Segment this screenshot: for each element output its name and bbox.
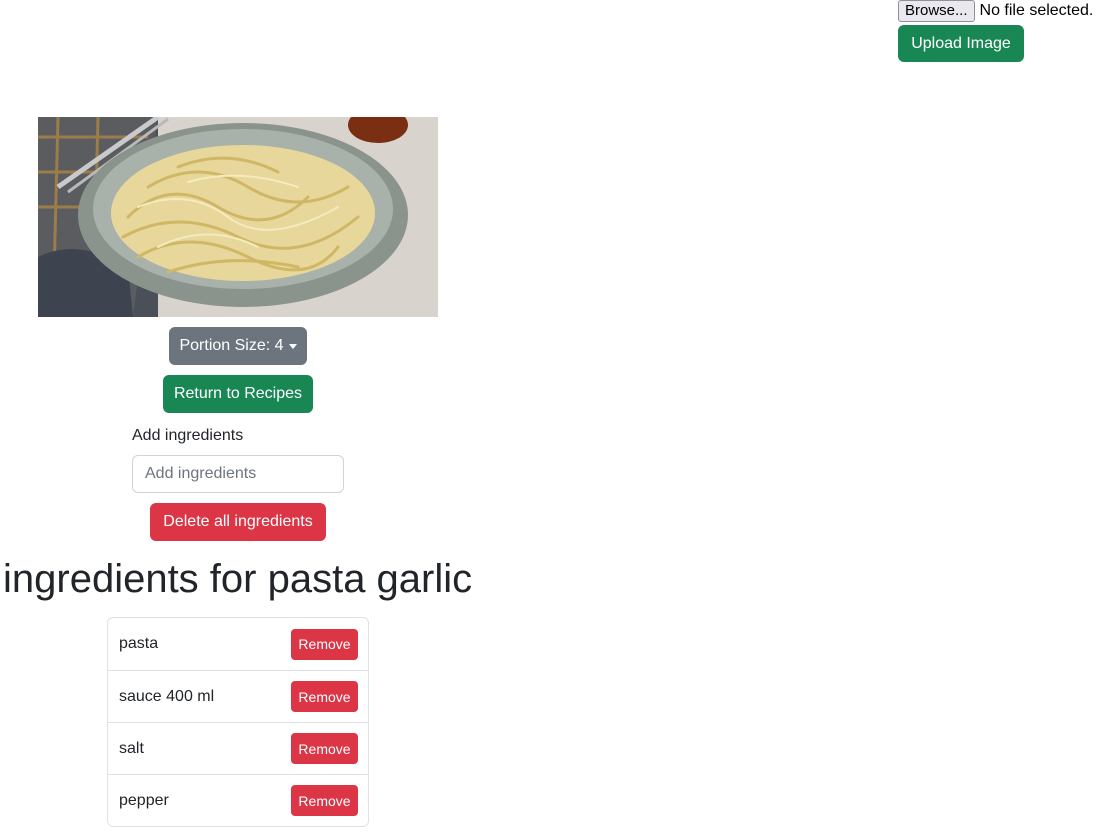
- browse-button[interactable]: Browse...: [898, 0, 975, 22]
- ingredient-name: sauce 400 ml: [119, 687, 215, 705]
- add-ingredients-input[interactable]: [132, 455, 344, 493]
- page-title: ingredients for pasta garlic: [3, 557, 473, 601]
- return-to-recipes-button[interactable]: Return to Recipes: [163, 375, 313, 413]
- ingredient-name: pepper: [119, 791, 169, 809]
- chevron-down-icon: [288, 343, 297, 349]
- remove-button[interactable]: Remove: [291, 785, 358, 816]
- list-item: salt Remove: [108, 722, 368, 774]
- upload-image-button[interactable]: Upload Image: [898, 25, 1024, 62]
- remove-button[interactable]: Remove: [291, 628, 358, 660]
- portion-size-label: Portion Size: 4: [179, 337, 284, 354]
- ingredient-name: pasta: [119, 635, 159, 652]
- list-item: pepper Remove: [108, 774, 368, 826]
- recipe-image: [38, 117, 438, 317]
- remove-button[interactable]: Remove: [291, 733, 358, 764]
- portion-size-dropdown[interactable]: Portion Size: 4: [169, 327, 307, 365]
- list-item: pasta Remove: [108, 618, 368, 670]
- ingredient-list: pasta Remove sauce 400 ml Remove salt Re…: [107, 617, 369, 827]
- recipe-photo-graphic: [38, 117, 438, 317]
- add-ingredients-label: Add ingredients: [132, 427, 244, 444]
- ingredient-name: salt: [119, 739, 144, 757]
- file-status-text: No file selected.: [979, 2, 1094, 19]
- delete-all-ingredients-button[interactable]: Delete all ingredients: [150, 503, 326, 541]
- file-picker: Browse... No file selected.: [898, 0, 1093, 22]
- remove-button[interactable]: Remove: [291, 681, 358, 712]
- list-item: sauce 400 ml Remove: [108, 670, 368, 722]
